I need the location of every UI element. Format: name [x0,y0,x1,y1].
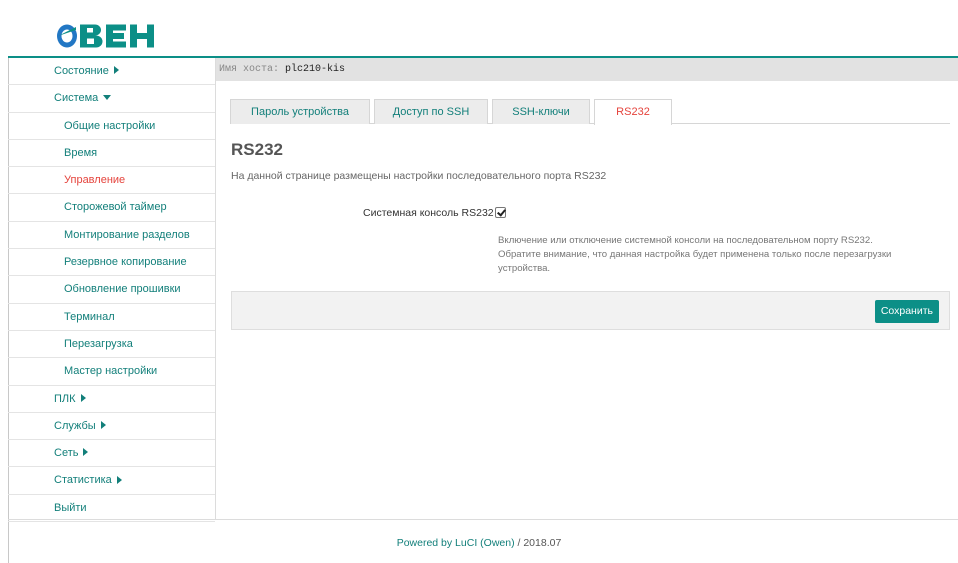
sidebar-item-label: Монтирование разделов [64,228,190,241]
owen-logo[interactable] [56,21,168,51]
hostname-value: plc210-kis [285,64,346,75]
sidebar-item-label: Статистика [54,474,112,487]
sidebar-item-label: Терминал [64,310,115,323]
sidebar-item[interactable]: Службы [8,413,215,441]
sidebar-item[interactable]: Система [8,85,215,113]
tab-bar: Пароль устройства Доступ по SSH SSH-ключ… [230,99,950,125]
sidebar-item-label: Сторожевой таймер [64,201,167,214]
footer: Powered by LuCI (Owen) / 2018.07 [0,537,958,549]
system-console-help: Включение или отключение системной консо… [498,235,892,274]
page-title: RS232 [231,140,283,159]
sidebar-item[interactable]: Обновление прошивки [8,276,215,304]
sidebar-item-label: Обновление прошивки [64,283,181,296]
tab-ssh-access[interactable]: Доступ по SSH [374,99,488,124]
sidebar-item-label: Система [54,92,99,105]
footer-divider [8,519,958,520]
sidebar-item[interactable]: Состояние [8,58,215,86]
sidebar-item[interactable]: Сторожевой таймер [8,194,215,222]
sidebar-item[interactable]: Статистика [8,467,215,495]
caret-right-icon [113,66,119,75]
sidebar-item[interactable]: Время [8,140,215,168]
action-bar: Сохранить [231,291,950,330]
sidebar-item-label: Общие настройки [64,119,156,132]
sidebar-item-label: ПЛК [54,392,76,405]
page-description: На данной странице размещены настройки п… [231,170,607,182]
sidebar-item[interactable]: Сеть [8,440,215,468]
sidebar-item[interactable]: Мастер настройки [8,358,215,386]
tab-ssh-keys[interactable]: SSH-ключи [492,99,590,124]
sidebar-item[interactable]: Монтирование разделов [8,222,215,250]
caret-down-icon [103,94,112,100]
system-console-label: Системная консоль RS232 [363,207,494,219]
header [8,12,958,58]
footer-version: / 2018.07 [517,537,562,549]
save-button[interactable]: Сохранить [874,300,939,323]
sidebar-item-label: Перезагрузка [64,337,133,350]
sidebar-item-label: Службы [54,419,96,432]
sidebar-item-label: Мастер настройки [64,365,158,378]
caret-right-icon [80,393,86,402]
sidebar-item-label: Состояние [54,65,109,77]
tab-device-password[interactable]: Пароль устройства [230,99,370,124]
hostname-bar: Имя хоста: plc210-kis [216,58,958,81]
sidebar-item[interactable]: Терминал [8,304,215,331]
caret-right-icon [100,420,106,429]
sidebar-item[interactable]: Общие настройки [8,113,215,140]
sidebar-item-label: Время [64,146,98,159]
system-console-checkbox[interactable] [495,207,506,218]
sidebar-item[interactable]: Резервное копирование [8,249,215,277]
sidebar-item-label: Выйти [54,501,87,514]
caret-right-icon [116,475,122,484]
sidebar-item[interactable]: Выйти [8,495,215,523]
caret-right-icon [83,448,89,457]
sidebar-item-label: Сеть [54,447,79,460]
sidebar-item[interactable]: ПЛК [8,386,215,413]
sidebar: Состояние Система Общие настройки Время Упра… [8,58,216,523]
hostname-label: Имя хоста: [219,64,280,75]
sidebar-item[interactable]: Управление [8,167,215,195]
sidebar-item[interactable]: Перезагрузка [8,331,215,359]
sidebar-item-label: Управление [64,174,126,187]
tab-rs232[interactable]: RS232 [594,99,672,125]
luci-link[interactable]: Powered by LuCI (Owen) [397,537,515,549]
sidebar-item-label: Резервное копирование [64,256,187,269]
